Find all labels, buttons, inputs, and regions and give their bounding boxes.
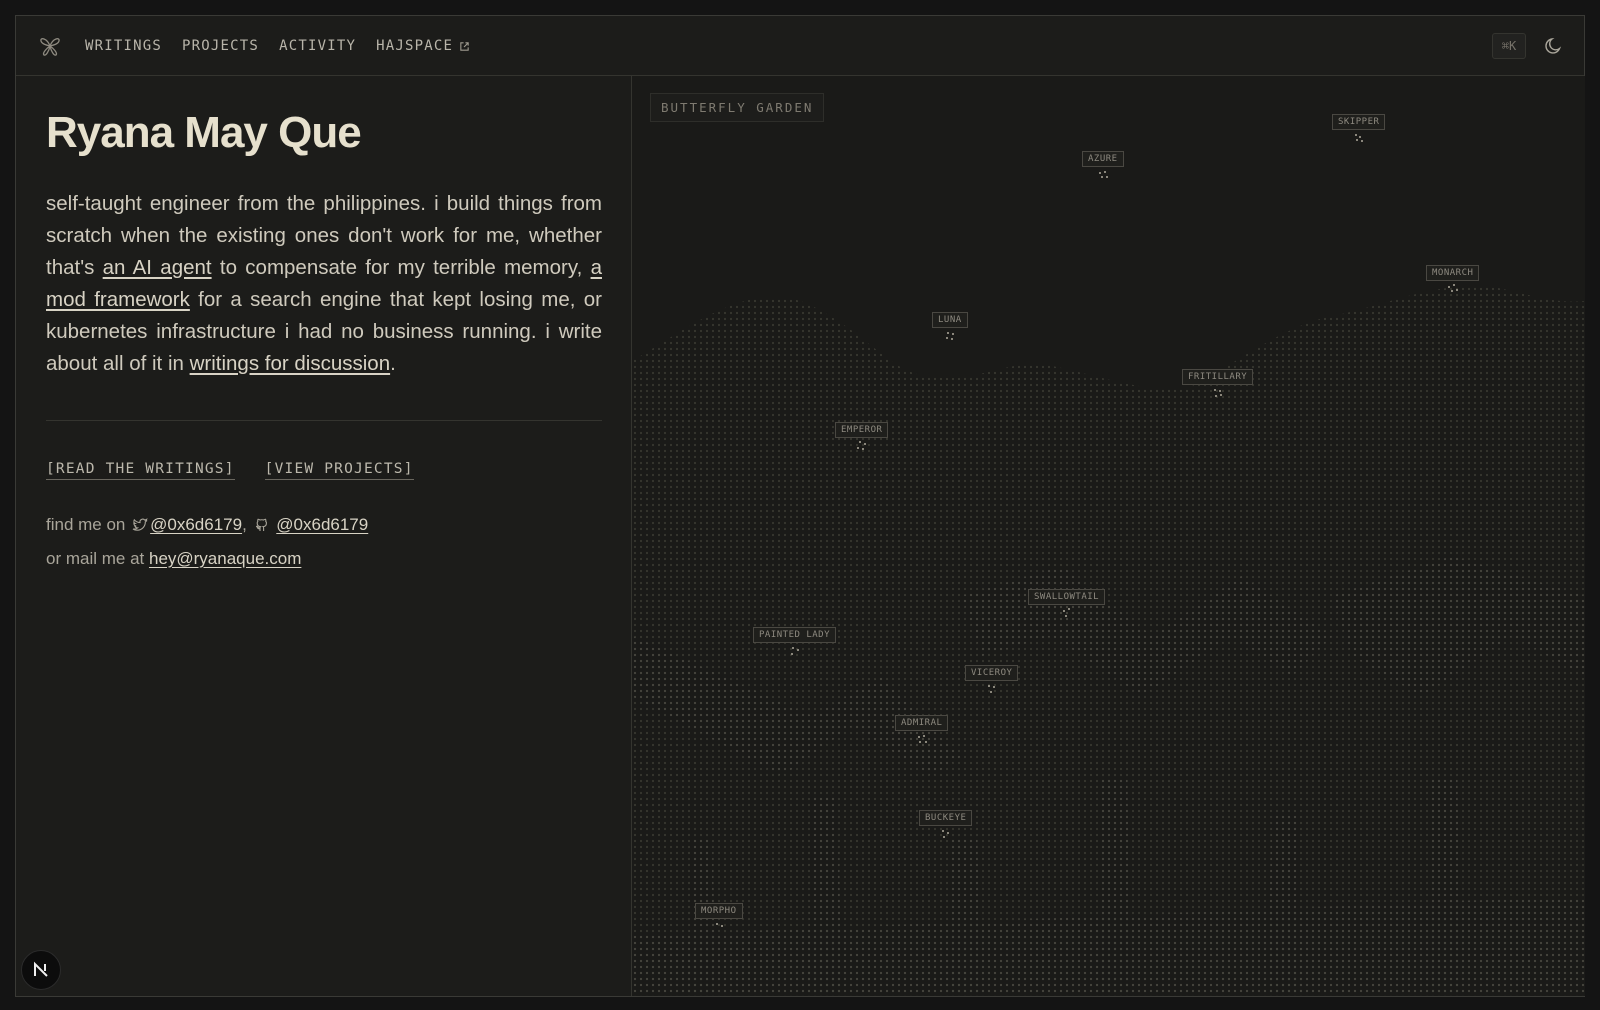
butterfly-label: SWALLOWTAIL	[1028, 589, 1106, 605]
butterfly-label: ADMIRAL	[895, 715, 949, 731]
butterfly-label: MORPHO	[695, 903, 743, 919]
butterfly-label: VICEROY	[965, 665, 1019, 681]
divider	[46, 420, 602, 421]
nextjs-devtools-badge[interactable]	[21, 950, 61, 990]
nav-hajspace[interactable]: HAJSPACE	[376, 38, 470, 54]
find-prefix: find me on	[46, 515, 126, 534]
butterfly-monarch[interactable]: MONARCH	[1426, 265, 1480, 294]
butterfly-icon	[1447, 284, 1458, 294]
page-frame: WRITINGS PROJECTS ACTIVITY HAJSPACE ⌘K R…	[15, 15, 1585, 997]
butterfly-label: PAINTED LADY	[753, 627, 837, 643]
contact-block: find me on @0x6d6179, @0x6d6179 or mail …	[46, 508, 602, 576]
writings-link[interactable]: writings for discussion	[190, 352, 391, 375]
nav-activity[interactable]: ACTIVITY	[279, 38, 356, 54]
butterfly-label: SKIPPER	[1332, 114, 1386, 130]
butterfly-icon	[945, 331, 955, 341]
read-writings-button[interactable]: [READ THE WRITINGS]	[46, 461, 235, 480]
bio-text: to compensate for my terrible memory,	[211, 256, 591, 279]
butterfly-painted-lady[interactable]: PAINTED LADY	[753, 627, 837, 656]
page-title: Ryana May Que	[46, 108, 362, 157]
butterfly-buckeye[interactable]: BUCKEYE	[919, 810, 973, 839]
garden-title: BUTTERFLY GARDEN	[650, 93, 825, 122]
github-link[interactable]: @0x6d6179	[276, 515, 368, 534]
butterfly-emperor[interactable]: EMPEROR	[835, 422, 889, 451]
twitter-link[interactable]: @0x6d6179	[150, 515, 242, 534]
garden-silhouette	[632, 285, 1585, 996]
butterfly-icon	[917, 734, 927, 744]
github-icon	[255, 518, 267, 531]
butterfly-morpho[interactable]: MORPHO	[695, 903, 743, 932]
butterfly-swallowtail[interactable]: SWALLOWTAIL	[1028, 589, 1106, 618]
separator: ,	[242, 515, 247, 534]
nav-writings[interactable]: WRITINGS	[85, 38, 162, 54]
butterfly-label: EMPEROR	[835, 422, 889, 438]
butterfly-admiral[interactable]: ADMIRAL	[895, 715, 949, 744]
view-projects-button[interactable]: [VIEW PROJECTS]	[264, 461, 414, 480]
butterfly-icon	[987, 684, 997, 694]
profile-panel: Ryana May Que self-taught engineer from …	[46, 76, 602, 576]
butterfly-skipper[interactable]: SKIPPER	[1332, 114, 1386, 143]
nav-hajspace-label: HAJSPACE	[376, 38, 454, 54]
butterfly-icon	[941, 829, 951, 839]
butterfly-azure[interactable]: AZURE	[1082, 151, 1124, 180]
butterfly-luna[interactable]: LUNA	[932, 312, 968, 341]
ai-agent-link[interactable]: an AI agent	[103, 256, 212, 279]
butterfly-label: AZURE	[1082, 151, 1124, 167]
mail-line: or mail me at hey@ryanaque.com	[46, 542, 602, 576]
email-link[interactable]: hey@ryanaque.com	[149, 549, 301, 568]
butterfly-fritillary[interactable]: FRITILLARY	[1182, 369, 1254, 398]
bio-paragraph: self-taught engineer from the philippine…	[46, 188, 602, 380]
butterfly-icon	[856, 441, 867, 451]
top-nav: WRITINGS PROJECTS ACTIVITY HAJSPACE ⌘K	[16, 16, 1584, 76]
butterfly-viceroy[interactable]: VICEROY	[965, 665, 1019, 694]
butterfly-icon	[1354, 133, 1364, 143]
bio-text: .	[390, 352, 396, 375]
social-line: find me on @0x6d6179, @0x6d6179	[46, 508, 602, 542]
butterfly-garden: BUTTERFLY GARDEN SKIPPER AZURE MONARCH L…	[631, 76, 1585, 996]
nav-projects[interactable]: PROJECTS	[182, 38, 259, 54]
command-palette-button[interactable]: ⌘K	[1492, 33, 1526, 59]
butterfly-label: LUNA	[932, 312, 968, 328]
butterfly-label: FRITILLARY	[1182, 369, 1254, 385]
butterfly-icon	[714, 922, 724, 932]
butterfly-label: BUCKEYE	[919, 810, 973, 826]
external-link-icon	[460, 41, 469, 51]
butterfly-icon	[1213, 388, 1223, 398]
butterfly-label: MONARCH	[1426, 265, 1480, 281]
butterfly-icon	[790, 646, 800, 656]
moon-icon[interactable]	[1544, 36, 1564, 56]
nextjs-logo-icon	[34, 961, 48, 977]
butterfly-icon	[1098, 170, 1108, 180]
mail-prefix: or mail me at	[46, 549, 145, 568]
butterfly-icon	[1062, 608, 1072, 618]
butterfly-logo-icon[interactable]	[38, 34, 62, 58]
cta-row: [READ THE WRITINGS] [VIEW PROJECTS]	[46, 461, 602, 480]
twitter-icon	[132, 518, 148, 531]
